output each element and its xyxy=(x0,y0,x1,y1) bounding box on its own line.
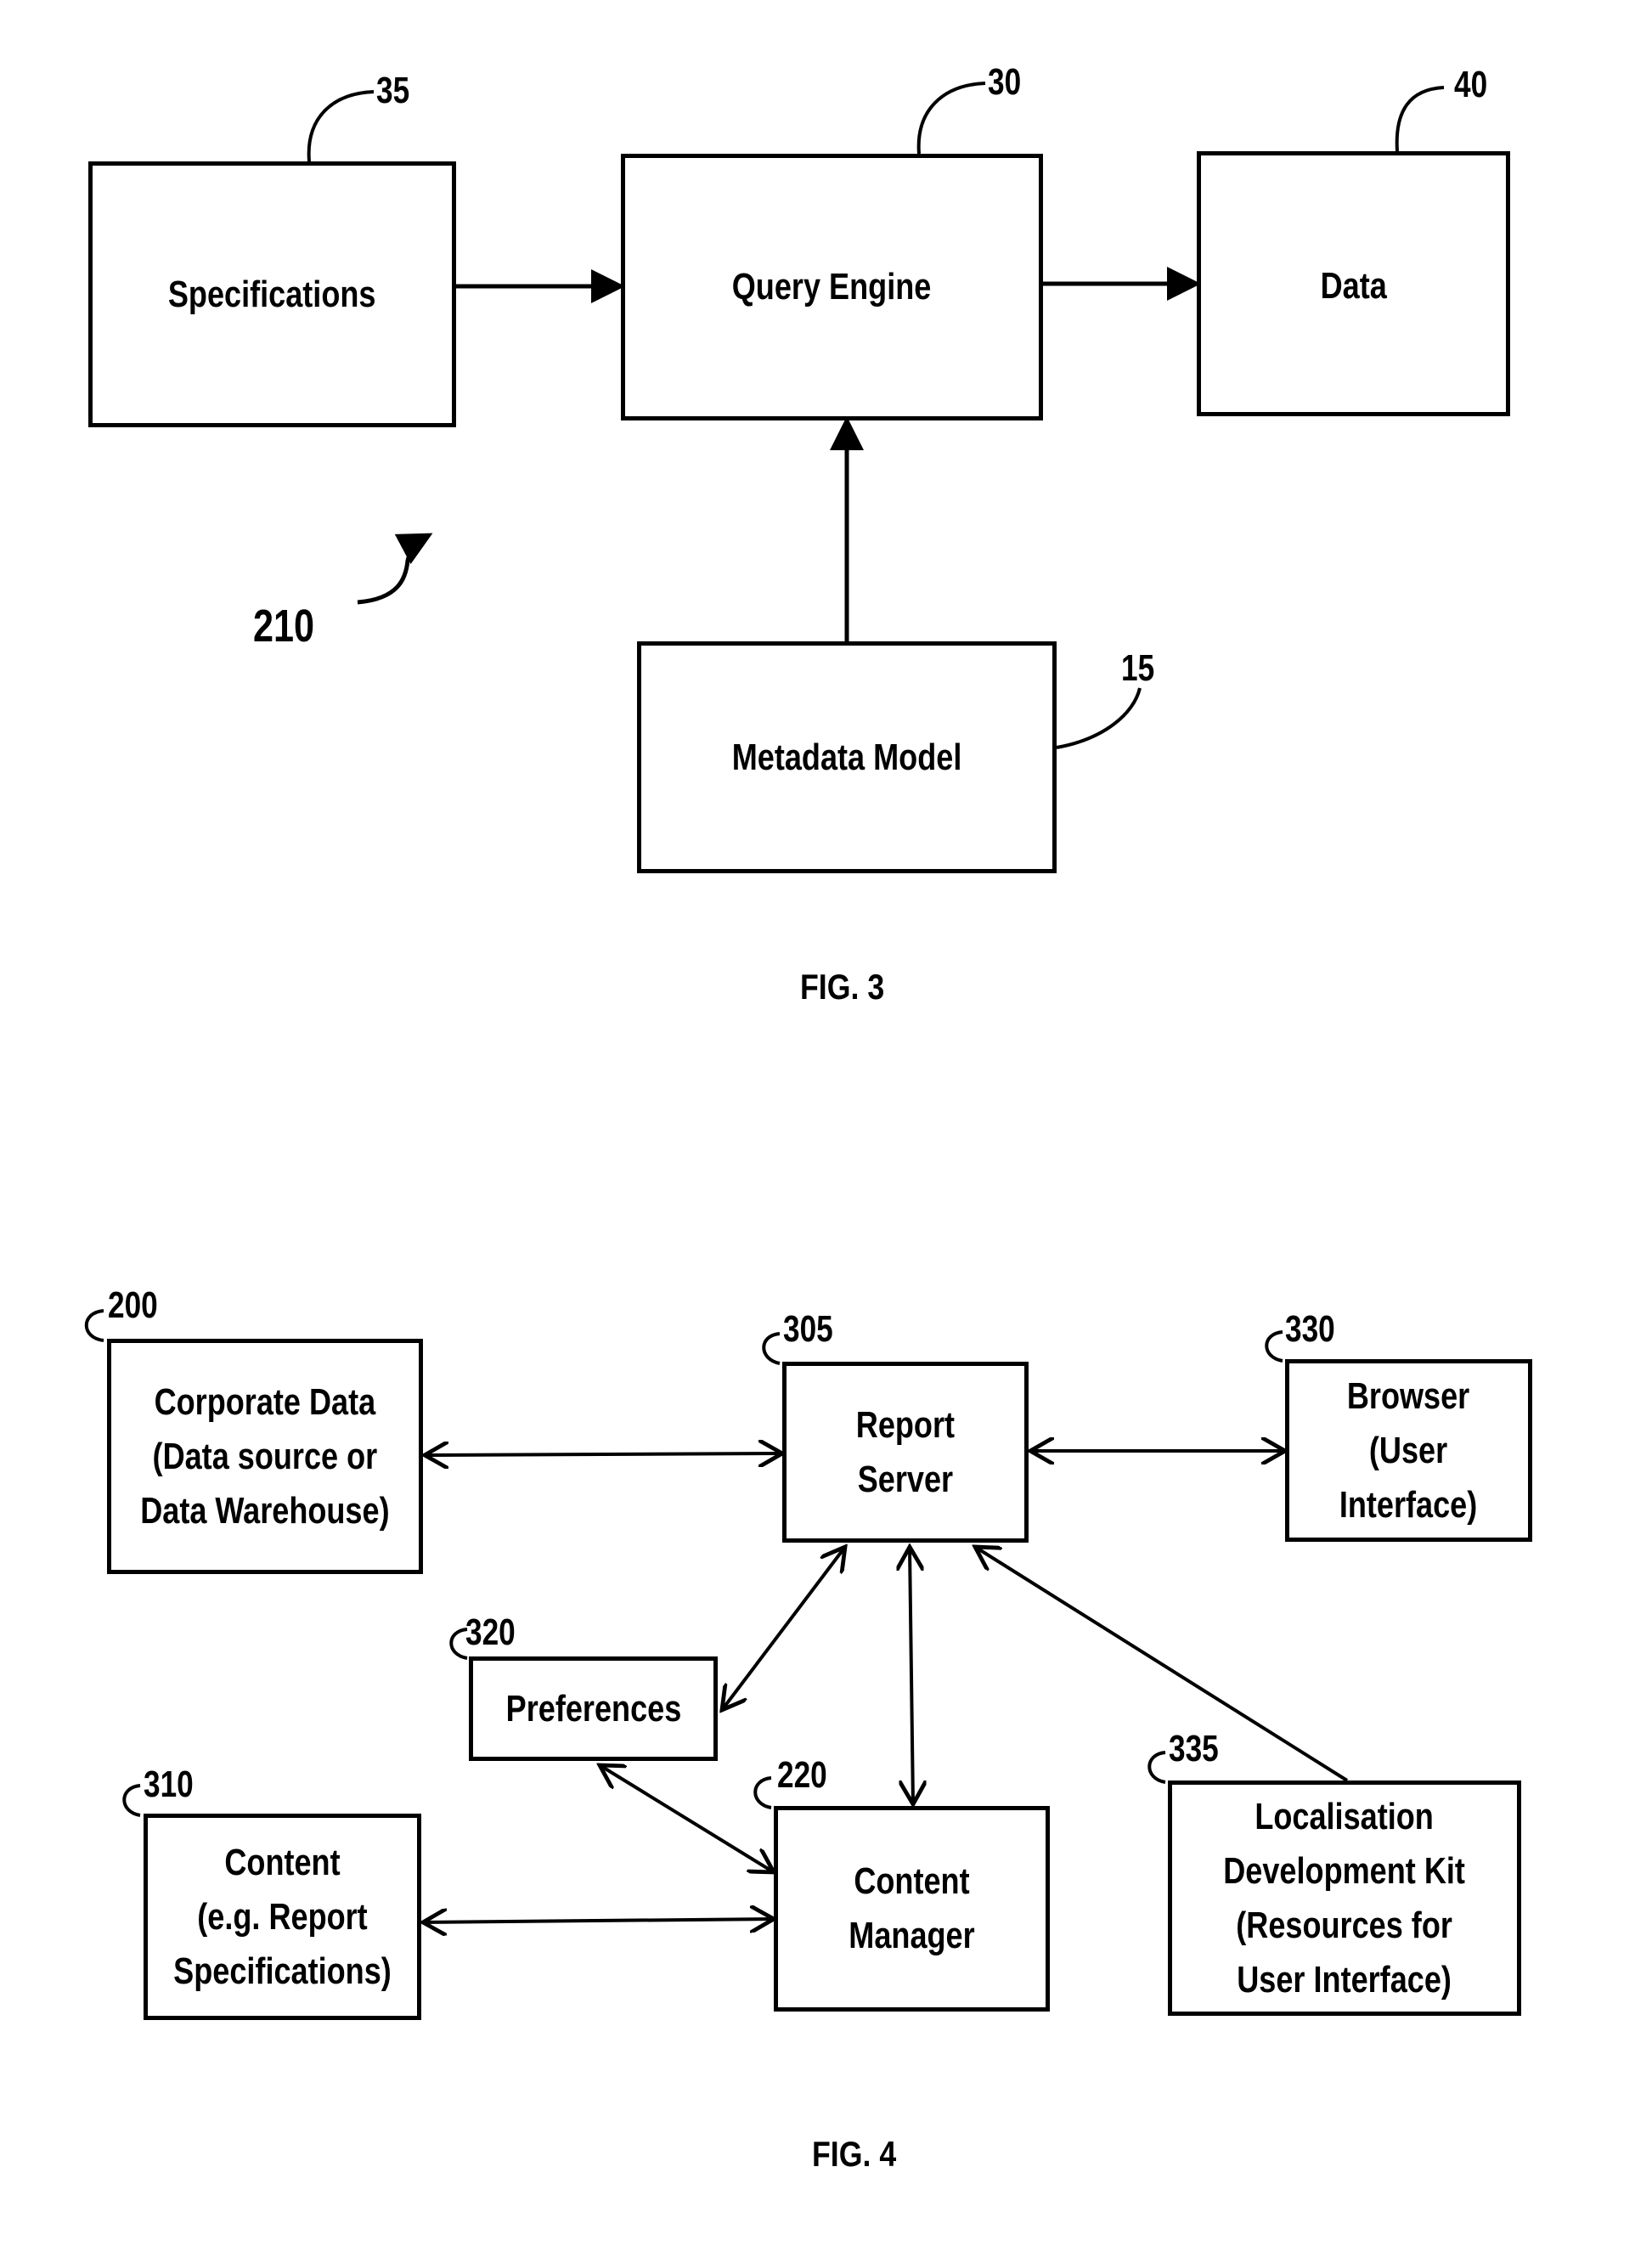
figure-ref-210-arrow xyxy=(357,533,433,605)
figure-caption: FIG. 3 xyxy=(800,967,885,1007)
node-metadata-model: Metadata Model xyxy=(637,641,1057,873)
ref-number: 15 xyxy=(1121,647,1155,689)
node-label: Preferences xyxy=(505,1687,681,1730)
leader-35 xyxy=(307,90,375,162)
node-label: Content Manager xyxy=(849,1860,975,1956)
leader-220 xyxy=(753,1776,772,1809)
ref-number: 35 xyxy=(376,70,410,111)
ref-number: 305 xyxy=(783,1308,833,1350)
leader-30 xyxy=(916,82,986,155)
leader-330 xyxy=(1265,1330,1283,1363)
node-browser: Browser (User Interface) xyxy=(1285,1359,1532,1542)
ref-number: 335 xyxy=(1169,1728,1219,1769)
arrow-corporate-data-report-server xyxy=(425,1453,782,1455)
arrow-report-server-content-manager xyxy=(910,1547,913,1804)
node-label: Metadata Model xyxy=(731,736,962,778)
node-label: Specifications xyxy=(168,273,376,315)
leader-335 xyxy=(1147,1751,1166,1784)
node-corporate-data: Corporate Data (Data source or Data Ware… xyxy=(107,1339,423,1574)
node-label: Corporate Data (Data source or Data Ware… xyxy=(140,1380,390,1532)
node-label: Query Engine xyxy=(732,266,932,308)
node-content: Content (e.g. Report Specifications) xyxy=(144,1814,421,2020)
node-report-server: Report Server xyxy=(782,1362,1029,1543)
node-label: Content (e.g. Report Specifications) xyxy=(173,1841,392,1992)
node-label: Report Server xyxy=(855,1403,956,1500)
node-query-engine: Query Engine xyxy=(621,154,1043,420)
node-specifications: Specifications xyxy=(88,161,456,427)
ref-number: 200 xyxy=(108,1284,158,1326)
leader-40 xyxy=(1395,86,1445,152)
leader-310 xyxy=(122,1784,141,1817)
ref-number: 40 xyxy=(1454,64,1488,105)
node-preferences: Preferences xyxy=(469,1656,718,1761)
leader-200 xyxy=(84,1309,104,1342)
ref-number: 320 xyxy=(465,1611,516,1653)
node-label: Localisation Development Kit (Resources … xyxy=(1223,1795,1466,2001)
node-label: Data xyxy=(1320,265,1387,307)
node-label: Browser (User Interface) xyxy=(1339,1374,1478,1526)
arrow-content-content-manager xyxy=(423,1919,774,1922)
ref-number: 330 xyxy=(1285,1308,1335,1350)
ref-number: 220 xyxy=(777,1754,827,1796)
figure-ref-number: 210 xyxy=(253,601,315,652)
arrow-localisation-to-report-server xyxy=(975,1547,1349,1782)
ref-number: 30 xyxy=(988,61,1022,103)
leader-305 xyxy=(762,1332,781,1365)
node-localisation-development-kit: Localisation Development Kit (Resources … xyxy=(1168,1780,1521,2016)
node-data: Data xyxy=(1197,151,1510,416)
node-content-manager: Content Manager xyxy=(774,1806,1050,2012)
arrow-preferences-content-manager xyxy=(600,1765,774,1872)
figure-caption: FIG. 4 xyxy=(812,2134,897,2174)
ref-number: 310 xyxy=(144,1764,194,1805)
leader-15 xyxy=(1056,687,1142,749)
arrow-report-server-preferences xyxy=(722,1547,845,1710)
